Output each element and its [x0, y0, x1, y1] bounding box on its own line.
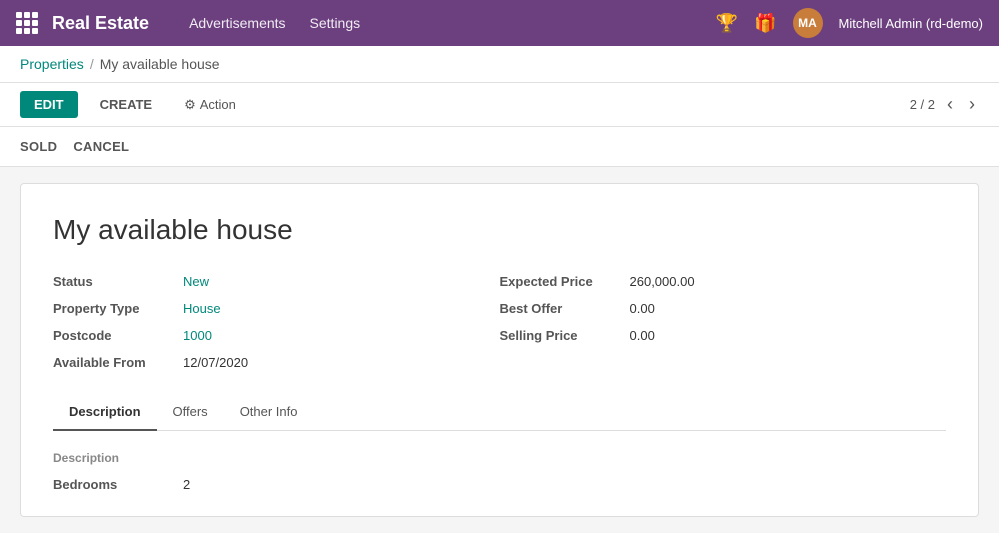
- section-label: Description: [53, 451, 946, 465]
- breadcrumb-parent[interactable]: Properties: [20, 56, 84, 72]
- field-value-selling-price: 0.00: [630, 328, 655, 343]
- top-nav: Real Estate Advertisements Settings 🏆 🎁 …: [0, 0, 999, 46]
- nav-right: 🏆 🎁 MA Mitchell Admin (rd-demo): [716, 8, 983, 38]
- record-title: My available house: [53, 214, 946, 246]
- pagination-count: 2 / 2: [910, 97, 935, 112]
- breadcrumb-current: My available house: [100, 56, 220, 72]
- cancel-button[interactable]: CANCEL: [73, 135, 129, 158]
- field-value-best-offer: 0.00: [630, 301, 655, 316]
- field-value-expected-price: 260,000.00: [630, 274, 695, 289]
- create-button[interactable]: CREATE: [86, 91, 166, 118]
- tab-offers[interactable]: Offers: [157, 394, 224, 431]
- breadcrumb-separator: /: [90, 56, 94, 72]
- field-value-postcode: 1000: [183, 328, 212, 343]
- user-label: Mitchell Admin (rd-demo): [839, 16, 984, 31]
- action-menu-label: Action: [200, 97, 236, 112]
- field-label-property-type: Property Type: [53, 301, 183, 316]
- field-row-postcode: Postcode 1000: [53, 328, 500, 343]
- edit-button[interactable]: EDIT: [20, 91, 78, 118]
- fields-grid: Status New Property Type House Postcode …: [53, 274, 946, 370]
- nav-advertisements[interactable]: Advertisements: [189, 15, 285, 31]
- tab-field-label-bedrooms: Bedrooms: [53, 477, 183, 492]
- status-bar: SOLD CANCEL: [0, 127, 999, 167]
- app-name: Real Estate: [52, 13, 149, 34]
- grid-icon[interactable]: [16, 12, 38, 34]
- fields-left: Status New Property Type House Postcode …: [53, 274, 500, 370]
- tab-other-info[interactable]: Other Info: [224, 394, 314, 431]
- tab-field-value-bedrooms: 2: [183, 477, 190, 492]
- nav-links: Advertisements Settings: [189, 15, 716, 31]
- pagination-next[interactable]: ›: [965, 92, 979, 117]
- tab-field-row-bedrooms: Bedrooms 2: [53, 477, 946, 492]
- avatar[interactable]: MA: [793, 8, 823, 38]
- fields-right: Expected Price 260,000.00 Best Offer 0.0…: [500, 274, 947, 370]
- tab-description[interactable]: Description: [53, 394, 157, 431]
- gear-icon: ⚙: [184, 97, 196, 113]
- pagination: 2 / 2 ‹ ›: [910, 92, 979, 117]
- action-menu-button[interactable]: ⚙ Action: [184, 97, 236, 113]
- breadcrumb: Properties / My available house: [0, 46, 999, 83]
- main-content: My available house Status New Property T…: [0, 167, 999, 533]
- sold-button[interactable]: SOLD: [20, 135, 57, 158]
- field-row-selling-price: Selling Price 0.00: [500, 328, 947, 343]
- field-value-available-from: 12/07/2020: [183, 355, 248, 370]
- pagination-prev[interactable]: ‹: [943, 92, 957, 117]
- field-row-available-from: Available From 12/07/2020: [53, 355, 500, 370]
- nav-settings[interactable]: Settings: [310, 15, 361, 31]
- record-card: My available house Status New Property T…: [20, 183, 979, 517]
- tab-content-description: Description Bedrooms 2: [53, 431, 946, 516]
- field-label-best-offer: Best Offer: [500, 301, 630, 316]
- field-label-status: Status: [53, 274, 183, 289]
- field-row-property-type: Property Type House: [53, 301, 500, 316]
- field-label-expected-price: Expected Price: [500, 274, 630, 289]
- field-row-best-offer: Best Offer 0.00: [500, 301, 947, 316]
- gift-icon[interactable]: 🎁: [754, 13, 776, 34]
- tabs-bar: Description Offers Other Info: [53, 394, 946, 431]
- field-row-status: Status New: [53, 274, 500, 289]
- field-label-postcode: Postcode: [53, 328, 183, 343]
- field-row-expected-price: Expected Price 260,000.00: [500, 274, 947, 289]
- trophy-icon[interactable]: 🏆: [716, 13, 738, 34]
- field-label-available-from: Available From: [53, 355, 183, 370]
- field-value-status: New: [183, 274, 209, 289]
- field-value-property-type: House: [183, 301, 221, 316]
- action-bar: EDIT CREATE ⚙ Action 2 / 2 ‹ ›: [0, 83, 999, 127]
- field-label-selling-price: Selling Price: [500, 328, 630, 343]
